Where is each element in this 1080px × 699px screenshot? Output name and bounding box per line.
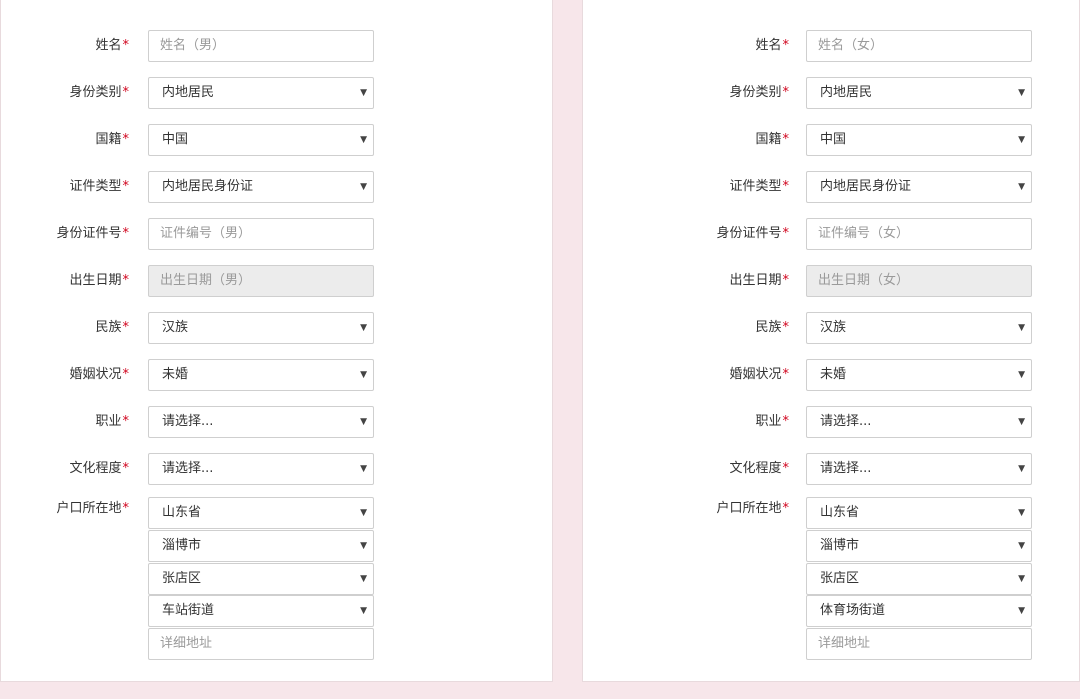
caret-down-icon: ▼ [360,541,367,551]
occupation-label: 职业* [95,414,129,429]
residence-label: 户口所在地* [56,501,129,516]
row-id-category: 身份类别* 内地居民 ▼ [583,77,1080,109]
education-select[interactable]: 请选择... ▼ [148,453,374,485]
row-nationality: 国籍* 中国 ▼ [583,124,1080,156]
id-number-input[interactable]: 证件编号（女） [806,218,1032,250]
id-category-select[interactable]: 内地居民 ▼ [806,77,1032,109]
occupation-label: 职业* [755,414,789,429]
id-number-label: 身份证件号* [716,226,789,241]
row-id-number: 身份证件号* 证件编号（女） [583,218,1080,250]
row-nationality: 国籍* 中国 ▼ [1,124,554,156]
doc-type-label: 证件类型* [69,179,129,194]
id-category-label: 身份类别* [729,85,789,100]
id-category-label: 身份类别* [69,85,129,100]
row-occupation: 职业* 请选择... ▼ [1,406,554,438]
form-panel-female: 姓名* 姓名（女） 身份类别* 内地居民 ▼ 国籍* 中国 ▼ 证件类型* 内地居民… [582,0,1080,682]
doc-type-select[interactable]: 内地居民身份证 ▼ [148,171,374,203]
row-name: 姓名* 姓名（男） [1,30,554,62]
caret-down-icon: ▼ [360,88,367,98]
marital-select[interactable]: 未婚 ▼ [806,359,1032,391]
residence-detail-input[interactable]: 详细地址 [148,628,374,660]
birth-date-label: 出生日期* [729,273,789,288]
caret-down-icon: ▼ [1018,323,1025,333]
residence-city-select[interactable]: 淄博市 ▼ [148,530,374,562]
birth-date-input: 出生日期（女） [806,265,1032,297]
form-panel-male: 姓名* 姓名（男） 身份类别* 内地居民 ▼ 国籍* 中国 ▼ 证件类型* 内地居民… [0,0,553,682]
id-number-input[interactable]: 证件编号（男） [148,218,374,250]
id-category-select[interactable]: 内地居民 ▼ [148,77,374,109]
residence-city-select[interactable]: 淄博市 ▼ [806,530,1032,562]
row-marital: 婚姻状况* 未婚 ▼ [583,359,1080,391]
caret-down-icon: ▼ [1018,135,1025,145]
caret-down-icon: ▼ [1018,574,1025,584]
education-select[interactable]: 请选择... ▼ [806,453,1032,485]
caret-down-icon: ▼ [360,508,367,518]
residence-detail-input[interactable]: 详细地址 [806,628,1032,660]
ethnicity-select[interactable]: 汉族 ▼ [806,312,1032,344]
caret-down-icon: ▼ [360,417,367,427]
residence-street-select[interactable]: 车站街道 ▼ [148,595,374,627]
residence-province-select[interactable]: 山东省 ▼ [806,497,1032,529]
residence-district-select[interactable]: 张店区 ▼ [148,563,374,595]
birth-date-input: 出生日期（男） [148,265,374,297]
name-label: 姓名* [755,38,789,53]
name-label: 姓名* [95,38,129,53]
doc-type-select[interactable]: 内地居民身份证 ▼ [806,171,1032,203]
caret-down-icon: ▼ [360,464,367,474]
caret-down-icon: ▼ [1018,370,1025,380]
doc-type-label: 证件类型* [729,179,789,194]
education-label: 文化程度* [69,461,129,476]
ethnicity-label: 民族* [755,320,789,335]
id-number-label: 身份证件号* [56,226,129,241]
residence-street-select[interactable]: 体育场街道 ▼ [806,595,1032,627]
marital-label: 婚姻状况* [69,367,129,382]
row-doc-type: 证件类型* 内地居民身份证 ▼ [1,171,554,203]
row-doc-type: 证件类型* 内地居民身份证 ▼ [583,171,1080,203]
ethnicity-label: 民族* [95,320,129,335]
row-occupation: 职业* 请选择... ▼ [583,406,1080,438]
caret-down-icon: ▼ [360,606,367,616]
marital-select[interactable]: 未婚 ▼ [148,359,374,391]
row-birth-date: 出生日期* 出生日期（女） [583,265,1080,297]
row-id-number: 身份证件号* 证件编号（男） [1,218,554,250]
marital-label: 婚姻状况* [729,367,789,382]
caret-down-icon: ▼ [1018,541,1025,551]
caret-down-icon: ▼ [1018,417,1025,427]
caret-down-icon: ▼ [1018,508,1025,518]
caret-down-icon: ▼ [360,574,367,584]
row-name: 姓名* 姓名（女） [583,30,1080,62]
nationality-label: 国籍* [95,132,129,147]
caret-down-icon: ▼ [1018,606,1025,616]
nationality-label: 国籍* [755,132,789,147]
residence-province-select[interactable]: 山东省 ▼ [148,497,374,529]
residence-label: 户口所在地* [716,501,789,516]
occupation-select[interactable]: 请选择... ▼ [806,406,1032,438]
name-input[interactable]: 姓名（女） [806,30,1032,62]
nationality-select[interactable]: 中国 ▼ [148,124,374,156]
row-ethnicity: 民族* 汉族 ▼ [583,312,1080,344]
caret-down-icon: ▼ [1018,182,1025,192]
name-input[interactable]: 姓名（男） [148,30,374,62]
occupation-select[interactable]: 请选择... ▼ [148,406,374,438]
ethnicity-select[interactable]: 汉族 ▼ [148,312,374,344]
row-education: 文化程度* 请选择... ▼ [1,453,554,485]
row-ethnicity: 民族* 汉族 ▼ [1,312,554,344]
row-education: 文化程度* 请选择... ▼ [583,453,1080,485]
row-marital: 婚姻状况* 未婚 ▼ [1,359,554,391]
residence-district-select[interactable]: 张店区 ▼ [806,563,1032,595]
caret-down-icon: ▼ [1018,464,1025,474]
birth-date-label: 出生日期* [69,273,129,288]
nationality-select[interactable]: 中国 ▼ [806,124,1032,156]
row-birth-date: 出生日期* 出生日期（男） [1,265,554,297]
caret-down-icon: ▼ [360,135,367,145]
row-id-category: 身份类别* 内地居民 ▼ [1,77,554,109]
caret-down-icon: ▼ [1018,88,1025,98]
caret-down-icon: ▼ [360,370,367,380]
caret-down-icon: ▼ [360,182,367,192]
education-label: 文化程度* [729,461,789,476]
caret-down-icon: ▼ [360,323,367,333]
